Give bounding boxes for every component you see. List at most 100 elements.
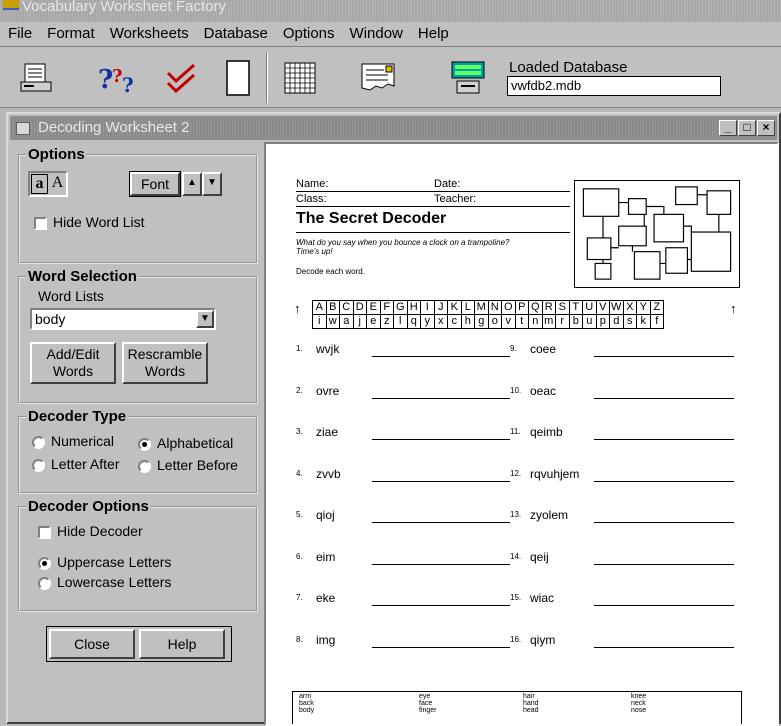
key-cell-upper: D xyxy=(352,300,367,315)
alphabetical-label: Alphabetical xyxy=(157,435,234,451)
key-cell-lower: b xyxy=(568,314,583,329)
printer-icon[interactable] xyxy=(16,56,56,100)
letter-after-option[interactable]: Letter After xyxy=(32,456,119,472)
answer-line xyxy=(372,397,510,399)
database-icon[interactable] xyxy=(448,56,488,100)
font-size-down-button[interactable]: ▼ xyxy=(202,172,222,196)
word-selection-group: Word Selection Word Lists body ▼ Add/Edi… xyxy=(18,268,258,404)
close-window-button[interactable]: × xyxy=(757,120,775,136)
blank-page-icon[interactable] xyxy=(218,56,258,100)
menu-help[interactable]: Help xyxy=(412,25,458,42)
hide-word-list-label: Hide Word List xyxy=(53,214,145,230)
key-cell-lower: q xyxy=(406,314,421,329)
grid-icon[interactable] xyxy=(280,56,320,100)
word-bank-word: head xyxy=(523,707,539,714)
hide-word-list-option[interactable]: Hide Word List xyxy=(34,214,145,230)
word-bank-column: arm back body xyxy=(299,693,314,714)
key-cell-upper: T xyxy=(568,300,583,315)
question-number: 9. xyxy=(510,344,517,353)
key-cell-upper: Z xyxy=(649,300,664,315)
system-menu-icon[interactable] xyxy=(16,122,30,135)
rescramble-words-line2: Words xyxy=(144,363,186,379)
question-item: 5. qioj xyxy=(296,508,335,522)
help-button[interactable]: Help xyxy=(139,629,225,659)
worksheet-preview[interactable]: Name: Date: Class: Teacher: The Secret D… xyxy=(264,142,779,726)
hide-decoder-label: Hide Decoder xyxy=(57,523,143,539)
hide-decoder-option[interactable]: Hide Decoder xyxy=(38,523,143,539)
letter-before-radio[interactable] xyxy=(138,459,151,473)
question-item: 9. coee xyxy=(510,342,556,356)
question-item: 14. qeij xyxy=(510,550,549,564)
key-cell-upper: X xyxy=(622,300,637,315)
key-cell-lower: y xyxy=(420,314,435,329)
chevron-down-icon[interactable]: ▼ xyxy=(196,310,214,328)
answer-line xyxy=(594,439,734,440)
word-bank-word: back xyxy=(299,700,314,707)
lowercase-letters-option[interactable]: Lowercase Letters xyxy=(38,574,171,590)
answer-line xyxy=(372,480,510,482)
lowercase-button[interactable]: a xyxy=(31,174,48,194)
word-bank-word: nose xyxy=(631,707,647,714)
menu-format[interactable]: Format xyxy=(41,25,104,42)
decoder-key: ABCDEFGHIJKLMNOPQRSTUVWXYZ iwajezlqyxchg… xyxy=(312,300,664,329)
key-cell-upper: C xyxy=(339,300,354,315)
question-item: 15. wiac xyxy=(510,591,554,605)
checkmarks-icon[interactable] xyxy=(162,56,202,100)
key-cell-upper: E xyxy=(366,300,381,315)
answer-line xyxy=(372,439,510,440)
word-list-select[interactable]: body ▼ xyxy=(30,308,216,330)
rescramble-words-button[interactable]: Rescramble Words xyxy=(122,342,208,384)
letter-before-option[interactable]: Letter Before xyxy=(138,457,238,473)
word-bank-word: hair xyxy=(523,693,535,700)
font-size-up-button[interactable]: ▲ xyxy=(182,172,202,196)
window-title: Decoding Worksheet 2 xyxy=(38,119,190,136)
font-button[interactable]: Font xyxy=(129,171,181,197)
uppercase-letters-option[interactable]: Uppercase Letters xyxy=(38,554,171,570)
menu-database[interactable]: Database xyxy=(198,25,277,42)
window-title-bar[interactable]: Decoding Worksheet 2 _ □ × xyxy=(10,116,777,140)
torn-page-icon[interactable] xyxy=(358,56,398,100)
question-number: 1. xyxy=(296,344,303,353)
class-label: Class: xyxy=(296,193,327,205)
alphabetical-radio[interactable] xyxy=(138,437,151,451)
question-marks-icon[interactable]: ??? xyxy=(98,56,138,100)
letter-after-radio[interactable] xyxy=(32,458,45,472)
key-cell-upper: J xyxy=(433,300,448,315)
close-button[interactable]: Close xyxy=(49,629,135,659)
menu-file[interactable]: File xyxy=(2,25,41,42)
question-number: 10. xyxy=(510,385,522,395)
key-cell-upper: O xyxy=(501,300,516,315)
menu-worksheets[interactable]: Worksheets xyxy=(104,25,198,42)
uppercase-button[interactable]: A xyxy=(50,174,65,194)
answer-line xyxy=(594,563,734,565)
hide-word-list-checkbox[interactable] xyxy=(34,216,47,230)
word-list-selected: body xyxy=(35,311,66,327)
restore-button[interactable]: □ xyxy=(738,120,756,136)
key-cell-lower: a xyxy=(339,314,354,329)
key-cell-lower: n xyxy=(528,314,543,329)
action-buttons: Close Help xyxy=(46,626,232,662)
key-cell-lower: x xyxy=(433,314,448,329)
lowercase-letters-radio[interactable] xyxy=(38,576,51,590)
word-bank-word: eye xyxy=(419,693,431,700)
numerical-option[interactable]: Numerical xyxy=(32,433,114,449)
scrambled-word: qioj xyxy=(316,508,335,522)
add-edit-words-button[interactable]: Add/Edit Words xyxy=(30,342,116,384)
minimize-button[interactable]: _ xyxy=(719,120,737,136)
scrambled-word: oeac xyxy=(530,383,557,398)
loaded-database-field[interactable]: vwfdb2.mdb xyxy=(507,76,721,96)
menu-window[interactable]: Window xyxy=(344,25,412,42)
key-cell-lower: m xyxy=(541,314,556,329)
uppercase-letters-radio[interactable] xyxy=(38,556,51,570)
alphabetical-option[interactable]: Alphabetical xyxy=(138,435,233,451)
name-label: Name: xyxy=(296,178,329,190)
hide-decoder-checkbox[interactable] xyxy=(38,525,51,539)
scrambled-word: zvvb xyxy=(316,466,341,481)
question-item: 3. ziae xyxy=(296,425,338,439)
menu-options[interactable]: Options xyxy=(277,25,344,42)
key-cell-upper: K xyxy=(447,300,462,315)
key-cell-upper: G xyxy=(393,300,408,315)
key-cell-lower: j xyxy=(352,314,367,329)
numerical-radio[interactable] xyxy=(32,435,45,449)
word-bank-column: hair hand head xyxy=(523,693,539,714)
